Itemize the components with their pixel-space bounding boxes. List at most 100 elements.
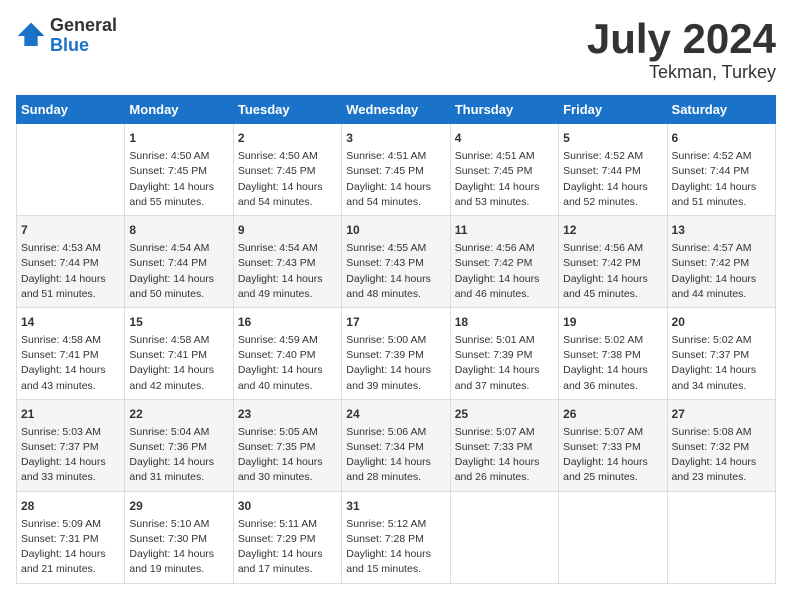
- calendar-cell: 24Sunrise: 5:06 AM Sunset: 7:34 PM Dayli…: [342, 399, 450, 491]
- calendar-cell: 12 Sunrise: 4:56 AM Sunset: 7:42 PM Dayli…: [559, 216, 667, 308]
- day-info: Sunrise: 4:51 AM Sunset: 7:45 PM Dayligh…: [455, 149, 554, 210]
- calendar-cell: 20Sunrise: 5:02 AM Sunset: 7:37 PM Dayli…: [667, 307, 775, 399]
- day-info: Sunrise: 5:11 AM Sunset: 7:29 PM Dayligh…: [238, 517, 337, 578]
- calendar-table: SundayMondayTuesdayWednesdayThursdayFrid…: [16, 95, 776, 583]
- calendar-row: 14 Sunrise: 4:58 AM Sunset: 7:41 PM Dayli…: [17, 307, 776, 399]
- calendar-cell: 11 Sunrise: 4:56 AM Sunset: 7:42 PM Dayli…: [450, 216, 558, 308]
- calendar-cell: [450, 491, 558, 583]
- day-number: 19: [563, 313, 662, 331]
- calendar-cell: 16Sunrise: 4:59 AM Sunset: 7:40 PM Dayli…: [233, 307, 341, 399]
- calendar-cell: 10 Sunrise: 4:55 AM Sunset: 7:43 PM Dayli…: [342, 216, 450, 308]
- col-header-wednesday: Wednesday: [342, 96, 450, 124]
- day-number: 10: [346, 221, 445, 239]
- calendar-cell: 23Sunrise: 5:05 AM Sunset: 7:35 PM Dayli…: [233, 399, 341, 491]
- day-info: Sunrise: 5:08 AM Sunset: 7:32 PM Dayligh…: [672, 425, 771, 486]
- day-info: Sunrise: 4:58 AM Sunset: 7:41 PM Dayligh…: [21, 333, 120, 394]
- day-info: Sunrise: 4:58 AM Sunset: 7:41 PM Dayligh…: [129, 333, 228, 394]
- day-number: 8: [129, 221, 228, 239]
- calendar-cell: 3 Sunrise: 4:51 AM Sunset: 7:45 PM Daylig…: [342, 124, 450, 216]
- calendar-cell: [559, 491, 667, 583]
- day-number: 29: [129, 497, 228, 515]
- day-info: Sunrise: 5:12 AM Sunset: 7:28 PM Dayligh…: [346, 517, 445, 578]
- day-number: 12: [563, 221, 662, 239]
- title-area: July 2024 Tekman, Turkey: [587, 16, 776, 83]
- calendar-cell: 31 Sunrise: 5:12 AM Sunset: 7:28 PM Dayli…: [342, 491, 450, 583]
- col-header-sunday: Sunday: [17, 96, 125, 124]
- logo-icon: [16, 21, 46, 51]
- day-info: Sunrise: 5:02 AM Sunset: 7:38 PM Dayligh…: [563, 333, 662, 394]
- calendar-cell: 2Sunrise: 4:50 AM Sunset: 7:45 PM Daylig…: [233, 124, 341, 216]
- calendar-cell: 7 Sunrise: 4:53 AM Sunset: 7:44 PM Daylig…: [17, 216, 125, 308]
- calendar-cell: 4 Sunrise: 4:51 AM Sunset: 7:45 PM Daylig…: [450, 124, 558, 216]
- calendar-row: 28Sunrise: 5:09 AM Sunset: 7:31 PM Dayli…: [17, 491, 776, 583]
- day-info: Sunrise: 5:05 AM Sunset: 7:35 PM Dayligh…: [238, 425, 337, 486]
- day-info: Sunrise: 4:52 AM Sunset: 7:44 PM Dayligh…: [672, 149, 771, 210]
- day-number: 6: [672, 129, 771, 147]
- calendar-row: 1Sunrise: 4:50 AM Sunset: 7:45 PM Daylig…: [17, 124, 776, 216]
- day-info: Sunrise: 4:52 AM Sunset: 7:44 PM Dayligh…: [563, 149, 662, 210]
- day-number: 2: [238, 129, 337, 147]
- calendar-cell: 17Sunrise: 5:00 AM Sunset: 7:39 PM Dayli…: [342, 307, 450, 399]
- day-info: Sunrise: 5:10 AM Sunset: 7:30 PM Dayligh…: [129, 517, 228, 578]
- col-header-monday: Monday: [125, 96, 233, 124]
- calendar-cell: 9 Sunrise: 4:54 AM Sunset: 7:43 PM Daylig…: [233, 216, 341, 308]
- calendar-cell: 6 Sunrise: 4:52 AM Sunset: 7:44 PM Daylig…: [667, 124, 775, 216]
- calendar-row: 7 Sunrise: 4:53 AM Sunset: 7:44 PM Daylig…: [17, 216, 776, 308]
- day-info: Sunrise: 4:57 AM Sunset: 7:42 PM Dayligh…: [672, 241, 771, 302]
- day-number: 7: [21, 221, 120, 239]
- header: General Blue July 2024 Tekman, Turkey: [16, 16, 776, 83]
- calendar-cell: 19 Sunrise: 5:02 AM Sunset: 7:38 PM Dayli…: [559, 307, 667, 399]
- day-number: 25: [455, 405, 554, 423]
- day-number: 30: [238, 497, 337, 515]
- day-number: 13: [672, 221, 771, 239]
- day-number: 22: [129, 405, 228, 423]
- day-info: Sunrise: 4:53 AM Sunset: 7:44 PM Dayligh…: [21, 241, 120, 302]
- day-number: 31: [346, 497, 445, 515]
- logo: General Blue: [16, 16, 117, 56]
- day-info: Sunrise: 4:54 AM Sunset: 7:44 PM Dayligh…: [129, 241, 228, 302]
- day-number: 28: [21, 497, 120, 515]
- day-number: 26: [563, 405, 662, 423]
- calendar-cell: 8 Sunrise: 4:54 AM Sunset: 7:44 PM Daylig…: [125, 216, 233, 308]
- day-number: 9: [238, 221, 337, 239]
- day-info: Sunrise: 4:51 AM Sunset: 7:45 PM Dayligh…: [346, 149, 445, 210]
- calendar-cell: 27Sunrise: 5:08 AM Sunset: 7:32 PM Dayli…: [667, 399, 775, 491]
- calendar-cell: 21 Sunrise: 5:03 AM Sunset: 7:37 PM Dayli…: [17, 399, 125, 491]
- calendar-cell: 13 Sunrise: 4:57 AM Sunset: 7:42 PM Dayli…: [667, 216, 775, 308]
- day-number: 3: [346, 129, 445, 147]
- day-number: 20: [672, 313, 771, 331]
- calendar-cell: 25Sunrise: 5:07 AM Sunset: 7:33 PM Dayli…: [450, 399, 558, 491]
- calendar-cell: 15 Sunrise: 4:58 AM Sunset: 7:41 PM Dayli…: [125, 307, 233, 399]
- day-number: 1: [129, 129, 228, 147]
- day-info: Sunrise: 4:56 AM Sunset: 7:42 PM Dayligh…: [563, 241, 662, 302]
- calendar-row: 21 Sunrise: 5:03 AM Sunset: 7:37 PM Dayli…: [17, 399, 776, 491]
- logo-general-text: General: [50, 16, 117, 36]
- day-info: Sunrise: 4:54 AM Sunset: 7:43 PM Dayligh…: [238, 241, 337, 302]
- calendar-cell: 5Sunrise: 4:52 AM Sunset: 7:44 PM Daylig…: [559, 124, 667, 216]
- calendar-cell: 26 Sunrise: 5:07 AM Sunset: 7:33 PM Dayli…: [559, 399, 667, 491]
- calendar-cell: 18 Sunrise: 5:01 AM Sunset: 7:39 PM Dayli…: [450, 307, 558, 399]
- day-number: 18: [455, 313, 554, 331]
- main-title: July 2024: [587, 16, 776, 62]
- calendar-cell: 1Sunrise: 4:50 AM Sunset: 7:45 PM Daylig…: [125, 124, 233, 216]
- day-info: Sunrise: 5:07 AM Sunset: 7:33 PM Dayligh…: [563, 425, 662, 486]
- calendar-cell: [667, 491, 775, 583]
- day-number: 21: [21, 405, 120, 423]
- day-info: Sunrise: 5:01 AM Sunset: 7:39 PM Dayligh…: [455, 333, 554, 394]
- col-header-thursday: Thursday: [450, 96, 558, 124]
- calendar-cell: 29 Sunrise: 5:10 AM Sunset: 7:30 PM Dayli…: [125, 491, 233, 583]
- calendar-cell: 22 Sunrise: 5:04 AM Sunset: 7:36 PM Dayli…: [125, 399, 233, 491]
- col-header-saturday: Saturday: [667, 96, 775, 124]
- day-info: Sunrise: 4:55 AM Sunset: 7:43 PM Dayligh…: [346, 241, 445, 302]
- day-number: 11: [455, 221, 554, 239]
- col-header-friday: Friday: [559, 96, 667, 124]
- day-info: Sunrise: 5:03 AM Sunset: 7:37 PM Dayligh…: [21, 425, 120, 486]
- day-info: Sunrise: 4:56 AM Sunset: 7:42 PM Dayligh…: [455, 241, 554, 302]
- day-info: Sunrise: 5:04 AM Sunset: 7:36 PM Dayligh…: [129, 425, 228, 486]
- day-number: 4: [455, 129, 554, 147]
- day-number: 15: [129, 313, 228, 331]
- day-info: Sunrise: 5:06 AM Sunset: 7:34 PM Dayligh…: [346, 425, 445, 486]
- col-header-tuesday: Tuesday: [233, 96, 341, 124]
- day-number: 14: [21, 313, 120, 331]
- calendar-cell: [17, 124, 125, 216]
